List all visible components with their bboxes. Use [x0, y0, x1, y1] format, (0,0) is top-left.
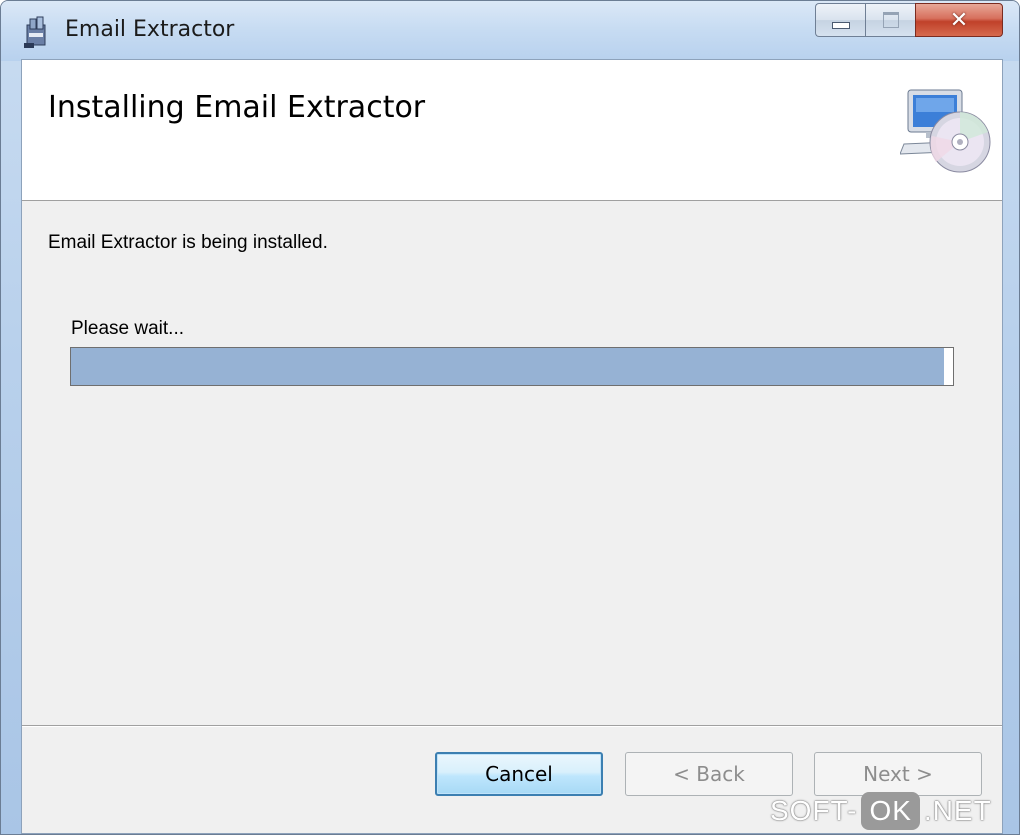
cancel-button[interactable]: Cancel [435, 752, 603, 796]
watermark: SOFT- OK .NET [770, 792, 992, 830]
dialog-client-area: Installing Email Extractor Email Extract… [21, 59, 1003, 834]
computer-cd-icon [900, 89, 991, 173]
title-bar[interactable]: Email Extractor ✕ [1, 1, 1019, 61]
header-banner: Installing Email Extractor [22, 60, 1002, 201]
close-button[interactable]: ✕ [915, 3, 1003, 37]
maximize-icon [882, 12, 899, 28]
close-icon: ✕ [949, 7, 969, 33]
window-title: Email Extractor [65, 17, 235, 42]
minimize-icon [831, 21, 850, 29]
install-status-text: Email Extractor is being installed. [48, 232, 328, 253]
progress-fill [71, 348, 945, 385]
installer-package-icon [24, 16, 46, 48]
maximize-button[interactable] [865, 3, 915, 37]
watermark-right: .NET [923, 795, 992, 826]
minimize-button[interactable] [815, 3, 865, 37]
watermark-box: OK [861, 792, 920, 830]
install-progress-bar [70, 347, 954, 386]
watermark-left: SOFT- [770, 795, 858, 826]
footer-divider [22, 725, 1002, 727]
progress-label: Please wait... [71, 318, 184, 339]
back-button[interactable]: < Back [625, 752, 793, 796]
installer-window: Email Extractor ✕ Installing Email Extra… [0, 0, 1020, 835]
page-title: Installing Email Extractor [48, 90, 426, 125]
window-controls: ✕ [815, 3, 1003, 41]
next-button[interactable]: Next > [814, 752, 982, 796]
